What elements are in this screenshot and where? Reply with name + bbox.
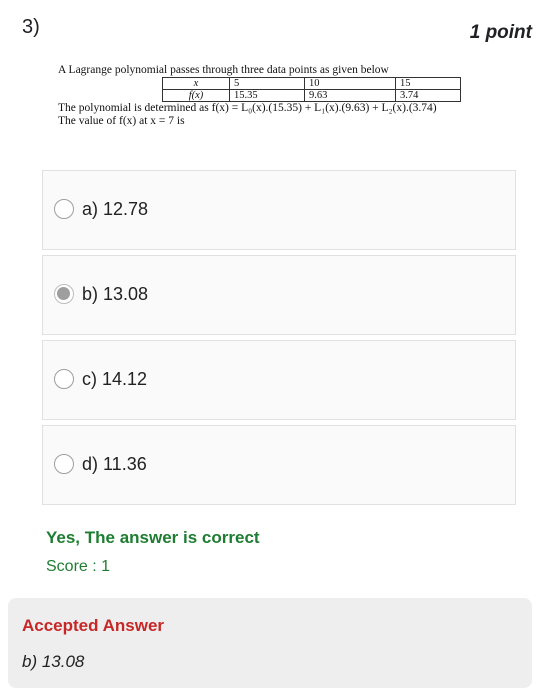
- table-cell: 9.63: [304, 89, 396, 102]
- option-label: b) 13.08: [82, 284, 149, 304]
- radio-button[interactable]: [54, 369, 74, 389]
- table-cell: 3.74: [395, 89, 461, 102]
- table-row: f(x) 15.35 9.63 3.74: [162, 89, 461, 102]
- option-label: d) 11.36: [82, 454, 147, 474]
- table-cell: 10: [304, 77, 396, 90]
- table-cell: 15: [395, 77, 461, 90]
- table-row: x 5 10 15: [162, 77, 461, 90]
- option-c[interactable]: c) 14.12: [42, 340, 516, 420]
- option-label: a) 12.78: [82, 199, 149, 219]
- score-text: Score : 1: [46, 558, 111, 575]
- option-b[interactable]: b) 13.08: [42, 255, 516, 335]
- radio-button[interactable]: [54, 454, 74, 474]
- question-polynomial: The polynomial is determined as f(x) = L…: [58, 102, 437, 114]
- accepted-answer-title: Accepted Answer: [22, 616, 165, 635]
- question-text: A Lagrange polynomial passes through thr…: [58, 64, 528, 128]
- table-cell: 15.35: [229, 89, 305, 102]
- accepted-answer-value: b) 13.08: [22, 652, 85, 671]
- table-header-fx: f(x): [162, 89, 230, 102]
- question-ask: The value of f(x) at x = 7 is: [58, 115, 185, 127]
- radio-button[interactable]: [54, 199, 74, 219]
- table-cell: 5: [229, 77, 305, 90]
- radio-button-selected[interactable]: [54, 284, 74, 304]
- accepted-answer-panel: Accepted Answer b) 13.08: [8, 598, 532, 688]
- table-header-x: x: [162, 77, 230, 90]
- feedback-text: Yes, The answer is correct: [46, 528, 260, 547]
- option-a[interactable]: a) 12.78: [42, 170, 516, 250]
- data-table: x 5 10 15 f(x) 15.35 9.63 3.74: [162, 77, 461, 102]
- option-label: c) 14.12: [82, 369, 148, 389]
- points-label: 1 point: [469, 22, 532, 43]
- question-intro: A Lagrange polynomial passes through thr…: [58, 64, 389, 76]
- question-number: 3): [22, 16, 40, 38]
- option-d[interactable]: d) 11.36: [42, 425, 516, 505]
